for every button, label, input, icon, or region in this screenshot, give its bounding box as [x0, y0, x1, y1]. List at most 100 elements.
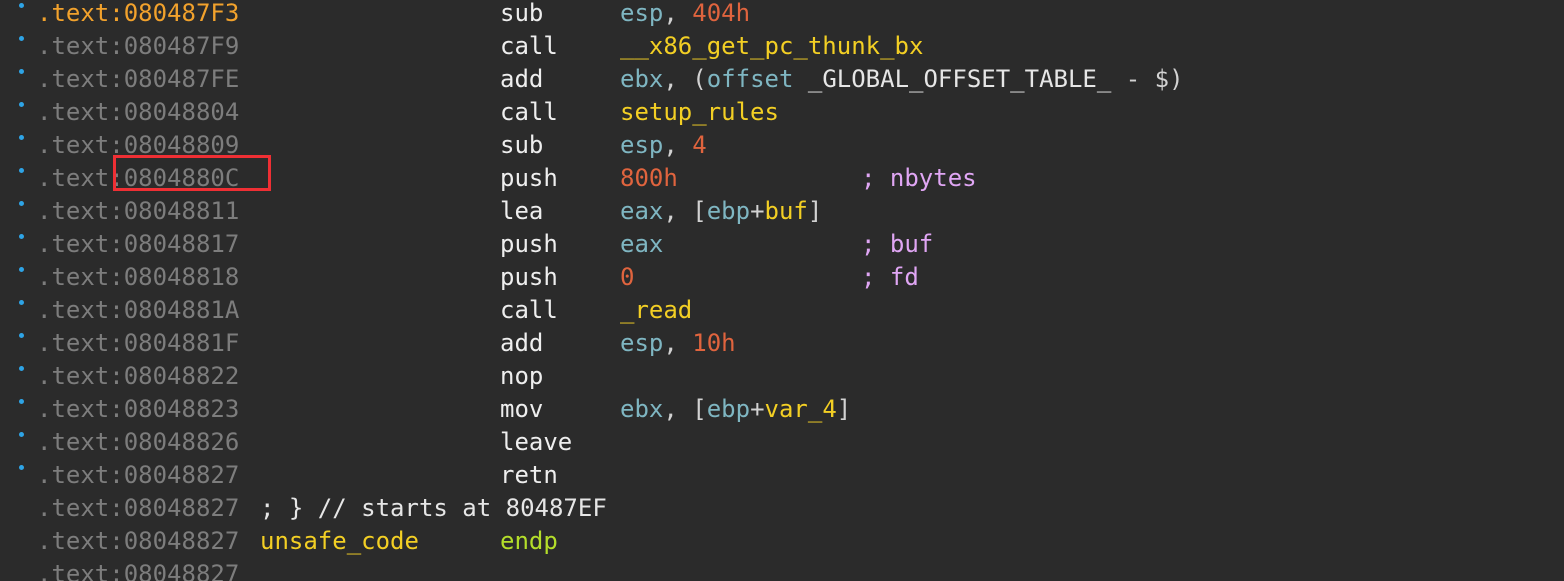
instruction-mnemonic[interactable]: push	[500, 228, 558, 261]
line-address[interactable]: .text:08048811	[37, 195, 239, 228]
operand-token[interactable]: ,	[663, 131, 692, 159]
disasm-line[interactable]: .text:08048827 retn	[0, 459, 1564, 492]
instruction-mnemonic[interactable]: lea	[500, 195, 543, 228]
operand-token[interactable]: ,	[663, 329, 692, 357]
line-address[interactable]: .text:08048817	[37, 228, 239, 261]
instruction-operands[interactable]: setup_rules	[620, 96, 779, 129]
operand-token[interactable]: +	[750, 395, 764, 423]
operand-token[interactable]: ]	[808, 197, 822, 225]
disasm-line[interactable]: .text:08048817 push eax ; buf	[0, 228, 1564, 261]
line-address[interactable]: .text:08048826	[37, 426, 239, 459]
disasm-line[interactable]: .text:08048804 call setup_rules	[0, 96, 1564, 129]
line-label[interactable]: unsafe_code	[260, 525, 419, 558]
instruction-operands[interactable]: __x86_get_pc_thunk_bx	[620, 30, 923, 63]
operand-token[interactable]: 4	[692, 131, 706, 159]
instruction-operands[interactable]: ebx, (offset _GLOBAL_OFFSET_TABLE_ - $)	[620, 63, 1184, 96]
operand-token[interactable]: , [	[663, 395, 706, 423]
operand-token[interactable]: eax	[620, 197, 663, 225]
breakpoint-dot-icon[interactable]	[19, 267, 24, 272]
instruction-mnemonic[interactable]: push	[500, 162, 558, 195]
instruction-operands[interactable]: 0	[620, 261, 634, 294]
instruction-mnemonic[interactable]: mov	[500, 393, 543, 426]
line-address[interactable]: .text:08048827	[37, 558, 239, 581]
operand-token[interactable]: ,	[663, 0, 692, 27]
breakpoint-dot-icon[interactable]	[19, 399, 24, 404]
line-address[interactable]: .text:080487F9	[37, 30, 239, 63]
operand-token[interactable]: var_4	[765, 395, 837, 423]
line-address[interactable]: .text:08048804	[37, 96, 239, 129]
instruction-mnemonic[interactable]: call	[500, 294, 558, 327]
breakpoint-dot-icon[interactable]	[19, 300, 24, 305]
disasm-line[interactable]: .text:080487F9 call __x86_get_pc_thunk_bx	[0, 30, 1564, 63]
breakpoint-dot-icon[interactable]	[19, 432, 24, 437]
operand-token[interactable]: offset	[707, 65, 808, 93]
line-address[interactable]: .text:08048827	[37, 459, 239, 492]
operand-token[interactable]: setup_rules	[620, 98, 779, 126]
operand-token[interactable]: 404h	[692, 0, 750, 27]
breakpoint-dot-icon[interactable]	[19, 135, 24, 140]
disasm-line[interactable]: .text:08048826 leave	[0, 426, 1564, 459]
instruction-mnemonic[interactable]: add	[500, 327, 543, 360]
operand-token[interactable]: ]	[837, 395, 851, 423]
line-address[interactable]: .text:0804880C	[37, 162, 239, 195]
breakpoint-dot-icon[interactable]	[19, 333, 24, 338]
operand-token[interactable]: - $)	[1111, 65, 1184, 93]
disasm-line[interactable]: .text:08048809 sub esp, 4	[0, 129, 1564, 162]
disasm-line[interactable]: .text:08048822 nop	[0, 360, 1564, 393]
operand-token[interactable]: 0	[620, 263, 634, 291]
disasm-line[interactable]: .text:08048827 ; } // starts at 80487EF	[0, 492, 1564, 525]
instruction-operands[interactable]: esp, 404h	[620, 0, 750, 30]
line-address[interactable]: .text:08048809	[37, 129, 239, 162]
label-token[interactable]: ; } // starts at 80487EF	[260, 494, 607, 522]
disasm-line[interactable]: .text:08048823 mov ebx, [ebp+var_4]	[0, 393, 1564, 426]
line-address[interactable]: .text:08048827	[37, 492, 239, 525]
label-token[interactable]: unsafe_code	[260, 527, 419, 555]
instruction-mnemonic[interactable]: leave	[500, 426, 572, 459]
disasm-line[interactable]: .text:08048811 lea eax, [ebp+buf]	[0, 195, 1564, 228]
disasm-line[interactable]: .text:0804881A call _read	[0, 294, 1564, 327]
operand-token[interactable]: +	[750, 197, 764, 225]
instruction-mnemonic[interactable]: sub	[500, 129, 543, 162]
disasm-line[interactable]: .text:080487FE add ebx, (offset _GLOBAL_OF…	[0, 63, 1564, 96]
line-label[interactable]: ; } // starts at 80487EF	[260, 492, 607, 525]
disasm-line[interactable]: .text:08048827	[0, 558, 1564, 581]
operand-token[interactable]: , (	[663, 65, 706, 93]
instruction-operands[interactable]: 800h	[620, 162, 678, 195]
operand-token[interactable]: esp	[620, 0, 663, 27]
operand-token[interactable]: ebp	[707, 395, 750, 423]
breakpoint-dot-icon[interactable]	[19, 69, 24, 74]
operand-token[interactable]: __x86_get_pc_thunk_bx	[620, 32, 923, 60]
disasm-line[interactable]: .text:080487F3 sub esp, 404h	[0, 0, 1564, 30]
operand-token[interactable]: _GLOBAL_OFFSET_TABLE_	[808, 65, 1111, 93]
operand-token[interactable]: eax	[620, 230, 663, 258]
operand-token[interactable]: _read	[620, 296, 692, 324]
operand-token[interactable]: esp	[620, 329, 663, 357]
breakpoint-dot-icon[interactable]	[19, 201, 24, 206]
breakpoint-dot-icon[interactable]	[19, 36, 24, 41]
operand-token[interactable]: ebx	[620, 65, 663, 93]
breakpoint-dot-icon[interactable]	[19, 168, 24, 173]
breakpoint-dot-icon[interactable]	[19, 102, 24, 107]
instruction-operands[interactable]: esp, 4	[620, 129, 707, 162]
instruction-mnemonic[interactable]: add	[500, 63, 543, 96]
operand-token[interactable]: buf	[765, 197, 808, 225]
instruction-mnemonic[interactable]: retn	[500, 459, 558, 492]
breakpoint-dot-icon[interactable]	[19, 465, 24, 470]
instruction-operands[interactable]: eax	[620, 228, 663, 261]
ida-disassembly-view[interactable]: .text:080487F3 sub esp, 404h .text:080487F9…	[0, 0, 1564, 581]
operand-token[interactable]: ebx	[620, 395, 663, 423]
instruction-operands[interactable]: eax, [ebp+buf]	[620, 195, 822, 228]
instruction-operands[interactable]: ebx, [ebp+var_4]	[620, 393, 851, 426]
line-address[interactable]: .text:08048818	[37, 261, 239, 294]
line-address[interactable]: .text:08048823	[37, 393, 239, 426]
instruction-mnemonic[interactable]: call	[500, 30, 558, 63]
line-address[interactable]: .text:080487F3	[37, 0, 239, 30]
instruction-mnemonic[interactable]: nop	[500, 360, 543, 393]
line-address[interactable]: .text:08048827	[37, 525, 239, 558]
operand-token[interactable]: 800h	[620, 164, 678, 192]
instruction-operands[interactable]: _read	[620, 294, 692, 327]
disasm-line[interactable]: .text:0804881F add esp, 10h	[0, 327, 1564, 360]
operand-token[interactable]: 10h	[692, 329, 735, 357]
operand-token[interactable]: esp	[620, 131, 663, 159]
disasm-line[interactable]: .text:08048818 push 0 ; fd	[0, 261, 1564, 294]
